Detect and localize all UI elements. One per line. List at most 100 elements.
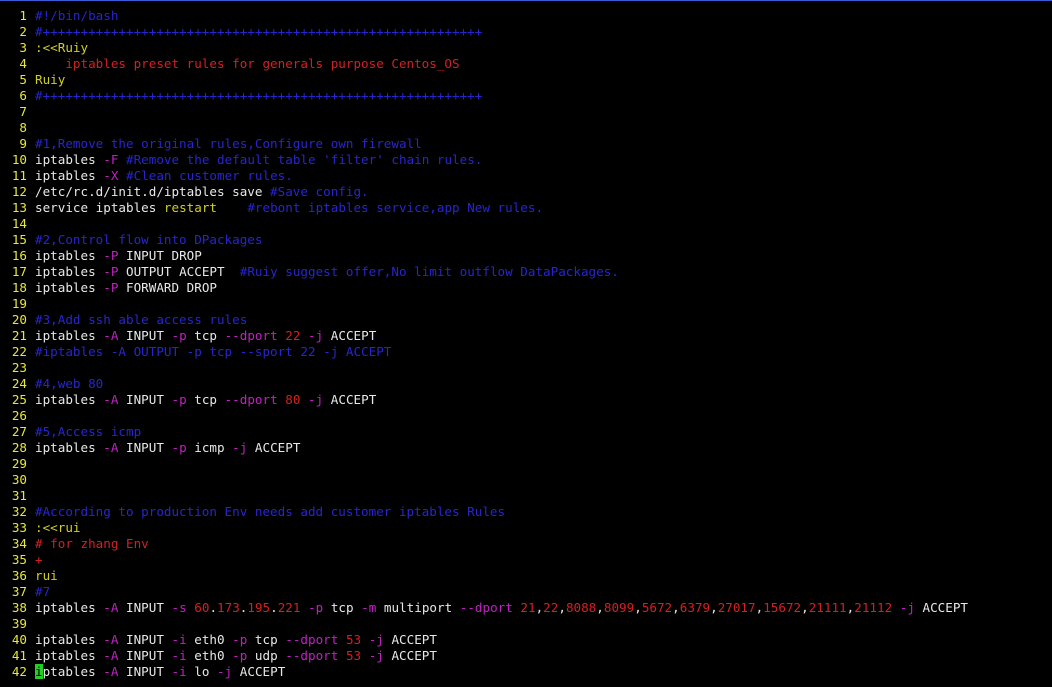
code-line[interactable]: 21 iptables -A INPUT -p tcp --dport 22 -j… <box>0 328 1052 344</box>
code-token: udp <box>247 648 286 663</box>
line-number: 13 <box>11 200 27 215</box>
code-token: . <box>209 600 218 615</box>
code-token: iptables <box>35 280 104 295</box>
code-token: -P <box>103 280 119 295</box>
code-line[interactable]: 22 #iptables -A OUTPUT -p tcp --sport 22 … <box>0 344 1052 360</box>
code-line[interactable]: 28 iptables -A INPUT -p icmp -j ACCEPT <box>0 440 1052 456</box>
code-line[interactable]: 23 <box>0 360 1052 376</box>
code-token: iptables <box>35 152 104 167</box>
code-line[interactable]: 3:<<Ruiy <box>0 40 1052 56</box>
code-line[interactable]: 19 <box>0 296 1052 312</box>
code-line[interactable]: 27 #5,Access icmp <box>0 424 1052 440</box>
code-line[interactable]: 26 <box>0 408 1052 424</box>
code-token: -j <box>368 632 384 647</box>
line-number: 42 <box>11 664 27 679</box>
code-token: iptables <box>35 264 104 279</box>
code-line[interactable]: 8 <box>0 120 1052 136</box>
code-line[interactable]: 16 iptables -P INPUT DROP <box>0 248 1052 264</box>
code-line[interactable]: 20 #3,Add ssh able access rules <box>0 312 1052 328</box>
code-line[interactable]: 5 Ruiy <box>0 72 1052 88</box>
code-token: :<<rui <box>35 520 81 535</box>
code-token: FORWARD DROP <box>118 280 217 295</box>
code-line[interactable]: 39 <box>0 616 1052 632</box>
line-number: 2 <box>19 24 27 39</box>
code-line[interactable]: 31 <box>0 488 1052 504</box>
code-token: INPUT <box>118 664 172 679</box>
code-token: #rebont iptables service,app New rules. <box>247 200 544 215</box>
code-line[interactable]: 36 rui <box>0 568 1052 584</box>
code-token: #+++++++++++++++++++++++++++++++++++++++… <box>35 88 483 103</box>
code-line[interactable]: 15 #2,Control flow into DPackages <box>0 232 1052 248</box>
line-number: 1 <box>19 8 27 23</box>
line-number: 12 <box>11 184 27 199</box>
code-line[interactable]: 13 service iptables restart #rebont iptab… <box>0 200 1052 216</box>
code-token: 15672 <box>763 600 802 615</box>
code-line[interactable]: 12/etc/rc.d/init.d/iptables save #Save c… <box>0 184 1052 200</box>
line-number: 10 <box>11 152 27 167</box>
code-token: --dport <box>224 328 278 343</box>
code-token: --dport <box>224 392 278 407</box>
code-line[interactable]: 30 <box>0 472 1052 488</box>
code-line[interactable]: 37 #7 <box>0 584 1052 600</box>
code-token: ACCEPT <box>383 648 437 663</box>
code-line[interactable]: 6 #++++++++++++++++++++++++++++++++++++++… <box>0 88 1052 104</box>
code-line[interactable]: 4 iptables preset rules for generals pur… <box>0 56 1052 72</box>
code-token: -A <box>103 664 119 679</box>
code-line[interactable]: 11 iptables -X #Clean customer rules. <box>0 168 1052 184</box>
code-token: 80 <box>285 392 301 407</box>
code-line[interactable]: 34 # for zhang Env <box>0 536 1052 552</box>
code-token: -s <box>171 600 187 615</box>
code-line[interactable]: 35 + <box>0 552 1052 568</box>
code-token: -F <box>103 152 119 167</box>
code-token: ACCEPT <box>914 600 969 615</box>
line-number: 20 <box>11 312 27 327</box>
code-token: -i <box>171 648 187 663</box>
code-token: -j <box>368 648 384 663</box>
code-line[interactable]: 33:<<rui <box>0 520 1052 536</box>
code-token: -A <box>103 648 119 663</box>
code-token: 8088 <box>565 600 597 615</box>
code-token: INPUT <box>118 600 172 615</box>
code-token: tcp <box>186 328 225 343</box>
code-line[interactable]: 40 iptables -A INPUT -i eth0 -p tcp --dpo… <box>0 632 1052 648</box>
code-line[interactable]: 25 iptables -A INPUT -p tcp --dport 80 -j… <box>0 392 1052 408</box>
code-line[interactable]: 2 #++++++++++++++++++++++++++++++++++++++… <box>0 24 1052 40</box>
code-line[interactable]: 1 #!/bin/bash <box>0 8 1052 24</box>
code-token: iptables <box>35 600 104 615</box>
code-token: -m <box>361 600 377 615</box>
line-number: 36 <box>11 568 27 583</box>
code-token: 53 <box>345 648 362 663</box>
code-token: 21112 <box>854 600 893 615</box>
code-token: --dport <box>285 632 339 647</box>
code-token: ACCEPT <box>232 664 286 679</box>
code-line[interactable]: 9 #1,Remove the original rules,Configure … <box>0 136 1052 152</box>
code-token: -A <box>103 392 119 407</box>
code-token: 8099 <box>603 600 635 615</box>
code-token: #4,web 80 <box>35 376 104 391</box>
code-token: , <box>596 600 604 615</box>
code-line[interactable]: 14 <box>0 216 1052 232</box>
code-line[interactable]: 24 #4,web 80 <box>0 376 1052 392</box>
code-token: ACCEPT <box>383 632 437 647</box>
code-line[interactable]: 10 iptables -F #Remove the default table … <box>0 152 1052 168</box>
code-line[interactable]: 38 iptables -A INPUT -s 60.173.195.221 -p… <box>0 600 1052 616</box>
code-line[interactable]: 42 iptables -A INPUT -i lo -j ACCEPT <box>0 664 1052 680</box>
code-token: . <box>270 600 278 615</box>
code-line[interactable]: 7 <box>0 104 1052 120</box>
code-line[interactable]: 41 iptables -A INPUT -i eth0 -p udp --dpo… <box>0 648 1052 664</box>
code-line[interactable]: 32 #According to production Env needs add… <box>0 504 1052 520</box>
line-number: 4 <box>19 56 27 71</box>
code-line[interactable]: 18 iptables -P FORWARD DROP <box>0 280 1052 296</box>
line-number: 26 <box>11 408 27 423</box>
line-number: 23 <box>11 360 27 375</box>
code-line[interactable]: 17 iptables -P OUTPUT ACCEPT #Ruiy sugges… <box>0 264 1052 280</box>
code-token: # for zhang Env <box>35 536 149 551</box>
line-number: 39 <box>11 616 27 631</box>
code-line[interactable]: 29 <box>0 456 1052 472</box>
code-token: iptables <box>35 648 104 663</box>
code-token: INPUT DROP <box>118 248 202 263</box>
code-token: INPUT <box>118 392 172 407</box>
vim-editor-buffer[interactable]: 1 #!/bin/bash 2 #++++++++++++++++++++++++++… <box>0 8 1052 680</box>
